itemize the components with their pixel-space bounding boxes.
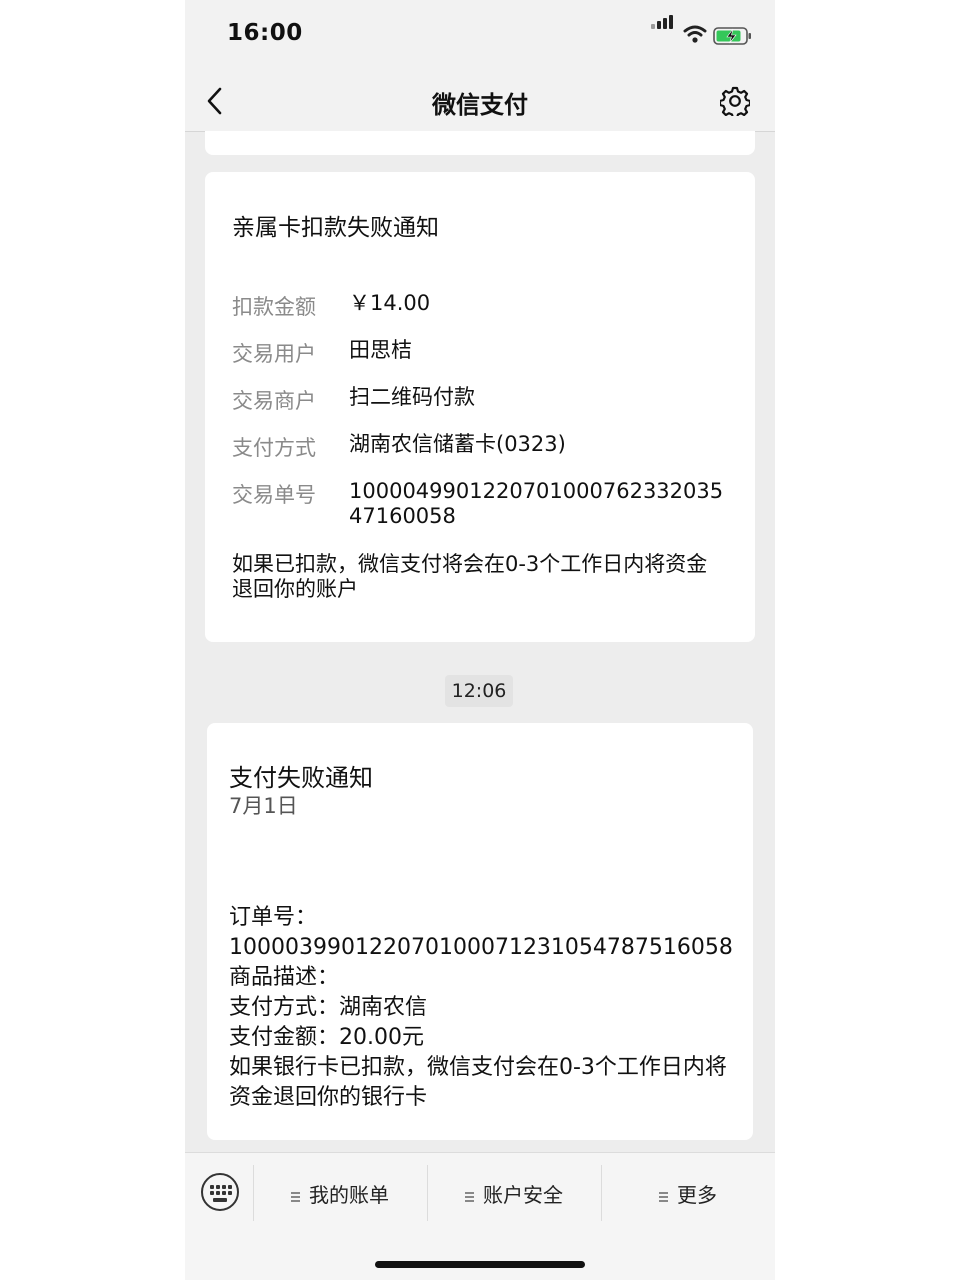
menu-my-bills[interactable]: 我的账单	[291, 1179, 389, 1208]
detail-value: 扫二维码付款	[349, 385, 475, 409]
detail-value: 田思桔	[349, 338, 412, 362]
card-date: 7月1日	[229, 794, 298, 818]
menu-more[interactable]: 更多	[659, 1179, 717, 1208]
menu-label: 更多	[677, 1183, 717, 1207]
detail-label: 扣款金额	[232, 295, 316, 319]
order-number-value: 100003990122070100071231054787516058	[229, 935, 733, 960]
product-description: 商品描述：	[229, 965, 340, 990]
menu-account-security[interactable]: 账户安全	[465, 1179, 563, 1208]
menu-divider	[427, 1165, 428, 1221]
status-time: 16:00	[227, 20, 303, 46]
phone-screen: 16:00 微信支付 亲属卡扣款失败通知 扣款金额 ￥14.00 交易用户 田思…	[185, 0, 775, 1280]
detail-label: 交易单号	[232, 483, 316, 507]
detail-value: 100004990122070100076233203547160058	[349, 479, 724, 528]
detail-value: 湖南农信储蓄卡(0323)	[349, 432, 566, 456]
detail-label: 交易商户	[232, 389, 316, 413]
previous-card-edge	[205, 131, 755, 155]
home-indicator[interactable]	[375, 1261, 585, 1268]
gear-icon[interactable]	[720, 86, 750, 116]
detail-label: 交易用户	[232, 342, 316, 366]
nav-bar: 微信支付	[185, 70, 775, 132]
refund-note: 如果已扣款，微信支付将会在0-3个工作日内将资金退回你的账户	[232, 552, 708, 601]
menu-divider	[601, 1165, 602, 1221]
page-title: 微信支付	[432, 91, 528, 119]
battery-charging-icon	[713, 27, 751, 45]
menu-label: 我的账单	[309, 1183, 389, 1207]
menu-list-icon	[659, 1191, 668, 1202]
message-timestamp: 12:06	[445, 675, 513, 707]
payment-method: 支付方式：湖南农信	[229, 995, 428, 1020]
menu-list-icon	[465, 1191, 474, 1202]
detail-label: 支付方式	[232, 436, 316, 460]
wifi-icon	[683, 25, 707, 43]
order-number-label: 订单号：	[229, 905, 318, 930]
payment-failure-notice[interactable]: 支付失败通知 7月1日 订单号： 10000399012207010007123…	[207, 723, 753, 1140]
status-bar: 16:00	[185, 0, 775, 70]
menu-label: 账户安全	[483, 1183, 563, 1207]
card-title: 支付失败通知	[229, 764, 373, 792]
detail-value: ￥14.00	[349, 291, 431, 315]
payment-amount: 支付金额：20.00元	[229, 1025, 424, 1050]
refund-note: 如果银行卡已扣款，微信支付会在0-3个工作日内将资金退回你的银行卡	[229, 1055, 727, 1110]
family-card-failure-notice[interactable]: 亲属卡扣款失败通知 扣款金额 ￥14.00 交易用户 田思桔 交易商户 扫二维码…	[205, 172, 755, 642]
menu-list-icon	[291, 1191, 300, 1202]
card-title: 亲属卡扣款失败通知	[232, 215, 439, 241]
menu-divider	[253, 1165, 254, 1221]
keyboard-icon[interactable]	[201, 1173, 239, 1211]
card-body: 订单号： 10000399012207010007123105478751605…	[229, 903, 733, 1113]
